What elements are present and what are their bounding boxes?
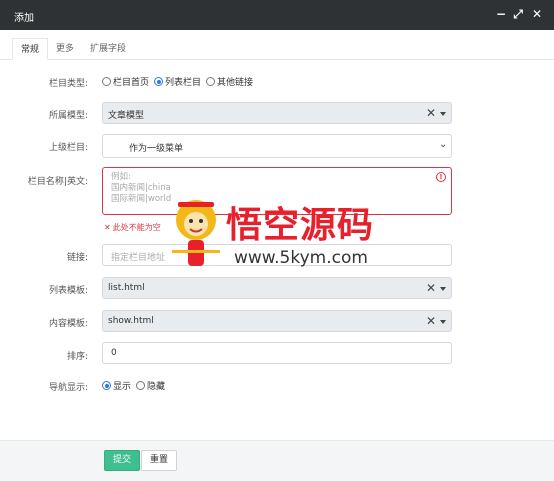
radio-column-home[interactable]: 栏目首页 [102,75,149,88]
error-x-icon: ✕ [104,223,111,232]
model-label: 所属模型: [48,111,88,121]
placeholder-line: 例如: [111,172,131,182]
parent-select-value: 作为一级菜单 [129,144,184,154]
caret-down-icon[interactable] [440,320,446,324]
order-label: 排序: [66,352,88,362]
clear-icon[interactable]: ✕ [426,106,436,120]
close-icon[interactable]: ✕ [530,7,544,21]
tab-extended-fields[interactable]: 扩展字段 [82,38,134,60]
radio-label: 其他链接 [217,78,254,88]
reset-button[interactable]: 重置 [141,450,178,471]
radio-circle [206,77,216,86]
form-footer: 提交 重置 [0,440,554,481]
radio-circle [102,77,111,86]
nav-display-radio-group: 显示 隐藏 [102,379,170,392]
model-select-value: 文章模型 [108,111,145,121]
radio-label: 显示 [113,382,132,392]
clear-icon[interactable]: ✕ [426,281,436,295]
submit-button[interactable]: 提交 [104,450,141,471]
clear-icon[interactable]: ✕ [426,314,436,328]
caret-down-icon[interactable] [440,112,446,116]
radio-nav-show[interactable]: 显示 [102,379,131,392]
content-template-label: 内容模板: [48,319,88,329]
monkey-logo-icon [172,200,220,266]
radio-column-list[interactable]: 列表栏目 [154,75,201,88]
nav-display-label: 导航显示: [48,383,88,393]
list-template-value: list.html [108,283,145,293]
chevron-down-icon: ⌄ [439,139,448,150]
error-circle-icon: ! [436,172,446,182]
content-template-value: show.html [108,316,154,326]
list-template-select[interactable]: list.html ✕ [102,277,452,299]
watermark-url: www.5kym.com [234,248,368,268]
model-select[interactable]: 文章模型 ✕ [102,102,452,124]
radio-label: 栏目首页 [113,78,150,88]
radio-nav-hide[interactable]: 隐藏 [136,379,165,392]
link-label: 链接: [66,253,88,263]
window-title: 添加 [14,13,34,24]
content-template-select[interactable]: show.html ✕ [102,310,452,332]
tab-more[interactable]: 更多 [48,38,82,60]
parent-label: 上级栏目: [48,143,88,153]
tab-general[interactable]: 常规 [12,38,49,60]
radio-column-link[interactable]: 其他链接 [206,75,253,88]
order-value: 0 [111,348,117,358]
order-input[interactable]: 0 [102,342,452,364]
caret-down-icon[interactable] [440,287,446,291]
column-type-radio-group: 栏目首页 列表栏目 其他链接 [102,75,258,88]
window-titlebar: 添加 − ⤢ ✕ [0,0,554,30]
radio-label: 列表栏目 [165,78,202,88]
list-template-label: 列表模板: [48,286,88,296]
radio-circle-checked [154,77,164,86]
radio-label: 隐藏 [147,382,166,392]
radio-circle [136,381,146,390]
watermark-title: 悟空源码 [226,204,375,246]
watermark: 悟空源码 www.5kym.com [158,190,398,280]
column-name-error: ✕ 此处不能为空 [104,222,161,233]
expand-icon[interactable]: ⤢ [511,7,525,21]
column-type-label: 栏目类型: [48,79,88,89]
link-placeholder: 指定栏目地址 [111,253,166,263]
parent-select[interactable]: 作为一级菜单 ⌄ [102,134,452,158]
column-name-label: 栏目名称|英文: [27,177,88,187]
minimize-icon[interactable]: − [494,7,508,21]
error-text: 此处不能为空 [112,223,161,232]
tab-bar: 常规 更多 扩展字段 [0,38,554,60]
radio-circle-checked [102,381,111,390]
